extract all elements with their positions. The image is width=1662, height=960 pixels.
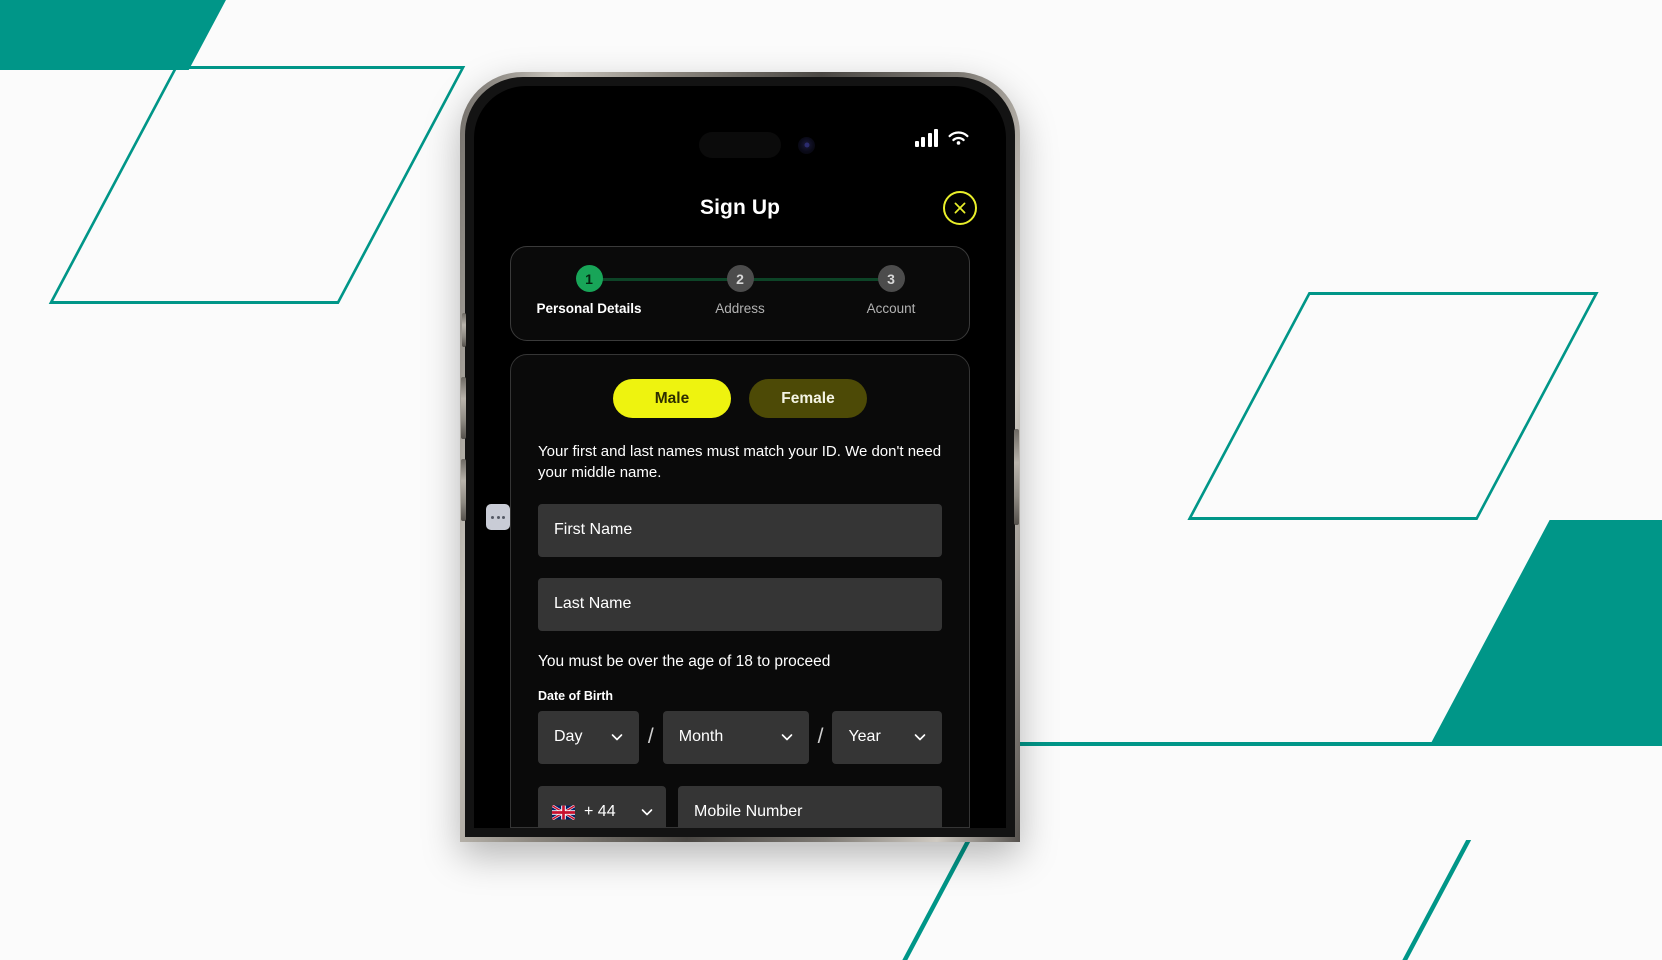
stepper-number-2: 2 — [726, 265, 754, 292]
dob-month-value: Month — [678, 728, 724, 746]
age-requirement-note: You must be over the age of 18 to procee… — [538, 652, 831, 670]
page-title: Sign Up — [699, 196, 781, 219]
stepper-step-personal-details[interactable]: 1 Personal Details — [535, 265, 643, 316]
gender-female-button[interactable]: Female — [749, 379, 867, 418]
drag-handle-dots-icon[interactable] — [486, 504, 510, 530]
dob-day-value: Day — [554, 728, 583, 746]
first-name-input[interactable] — [538, 503, 942, 557]
phone-frame: Sign Up 1 Personal Details 2 Address 3 A… — [460, 72, 1020, 842]
chevron-down-icon — [914, 734, 926, 741]
mobile-number-input[interactable] — [678, 785, 942, 827]
dob-separator-1: / — [647, 725, 654, 749]
bg-diagonal-stripe-left — [843, 840, 972, 960]
cellular-signal-icon — [914, 129, 938, 147]
date-of-birth-row: Day / Month / Year — [538, 710, 942, 764]
phone-mute-switch[interactable] — [462, 313, 466, 347]
dob-year-select[interactable]: Year — [832, 710, 942, 764]
signup-stepper: 1 Personal Details 2 Address 3 Account — [510, 246, 970, 341]
wifi-icon — [948, 131, 969, 145]
stepper-step-address[interactable]: 2 Address — [686, 265, 794, 316]
name-hint-text: Your first and last names must match you… — [538, 443, 942, 482]
dob-separator-2: / — [817, 725, 824, 749]
bg-parallelogram-outline-right — [1187, 292, 1599, 520]
status-bar-indicators — [914, 129, 971, 147]
dob-year-value: Year — [848, 728, 881, 746]
stepper-number-3: 3 — [877, 265, 905, 292]
dob-month-select[interactable]: Month — [662, 710, 809, 764]
phone-power-button[interactable] — [1014, 429, 1019, 525]
app-header: Sign Up — [474, 182, 1006, 234]
phone-screen: Sign Up 1 Personal Details 2 Address 3 A… — [474, 86, 1006, 828]
bg-parallelogram-filled-right — [1430, 520, 1662, 745]
country-code-value: + 44 — [584, 803, 616, 821]
dynamic-island — [699, 132, 781, 158]
chevron-down-icon — [781, 734, 792, 741]
gender-toggle-group: Male Female — [529, 379, 951, 418]
stepper-label-3: Account — [866, 301, 916, 316]
bg-diagonal-stripe-right — [1343, 840, 1472, 960]
close-button[interactable] — [943, 191, 977, 225]
bg-horizontal-rule — [1020, 742, 1662, 746]
phone-mockup: Sign Up 1 Personal Details 2 Address 3 A… — [460, 72, 1020, 842]
stepper-label-1: Personal Details — [536, 301, 642, 316]
uk-flag-icon — [552, 804, 575, 820]
country-code-select[interactable]: + 44 — [538, 785, 666, 827]
close-icon — [954, 202, 966, 214]
stepper-step-account[interactable]: 3 Account — [837, 265, 945, 316]
stepper-number-1: 1 — [575, 265, 603, 292]
front-camera-icon — [798, 137, 815, 154]
last-name-input[interactable] — [538, 577, 942, 631]
phone-bezel: Sign Up 1 Personal Details 2 Address 3 A… — [461, 77, 1019, 837]
chevron-down-icon — [641, 809, 653, 816]
phone-volume-down-button[interactable] — [461, 459, 466, 521]
mobile-number-row: + 44 — [538, 785, 942, 827]
chevron-down-icon — [611, 734, 623, 741]
bg-parallelogram-outline-top-left — [48, 66, 466, 304]
phone-volume-up-button[interactable] — [461, 377, 466, 439]
bg-parallelogram-filled-top-left — [0, 0, 232, 70]
date-of-birth-label: Date of Birth — [538, 688, 613, 703]
gender-male-button[interactable]: Male — [613, 379, 731, 418]
signup-form: Male Female Your first and last names mu… — [510, 354, 970, 828]
stepper-label-2: Address — [715, 301, 765, 316]
dob-day-select[interactable]: Day — [538, 710, 639, 764]
